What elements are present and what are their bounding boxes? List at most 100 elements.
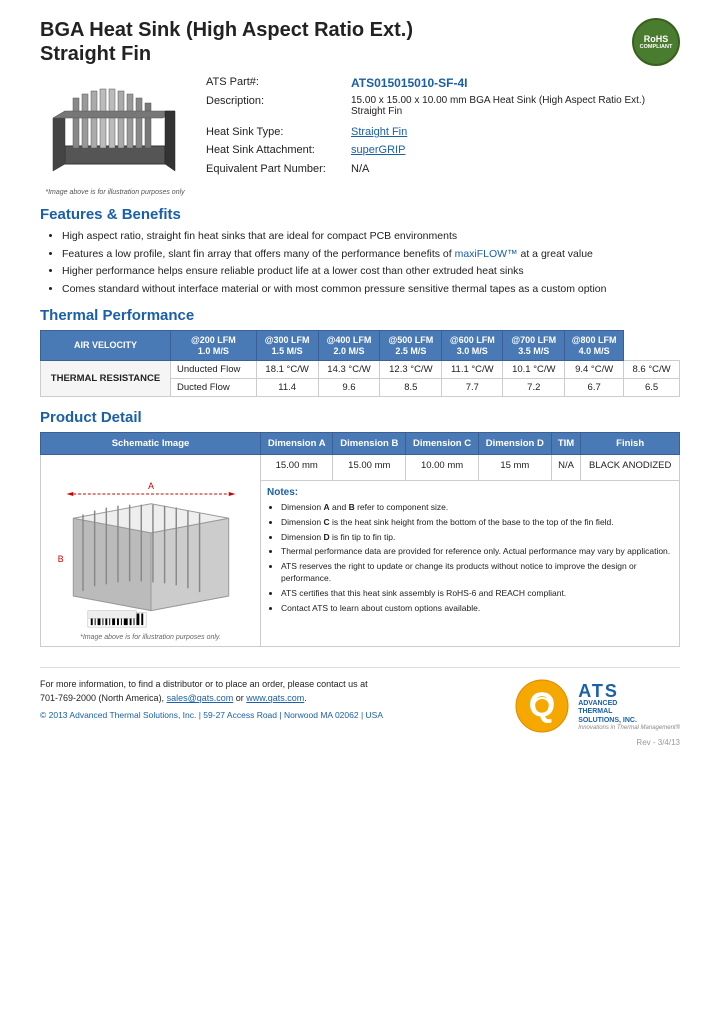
type-value: Straight Fin [351,125,407,140]
contact-text: For more information, to find a distribu… [40,678,383,705]
dimc-header: Dimension C [406,433,479,455]
dimd-header: Dimension D [478,433,551,455]
footer-logo: Q ATS ADVANCEDTHERMALSOLUTIONS, INC. Inn… [514,678,680,734]
note-item: Thermal performance data are provided fo… [281,546,673,558]
finish-value: BLACK ANODIZED [581,455,680,480]
detail-dims-row: A B [41,455,680,480]
svg-text:B: B [57,554,63,564]
product-image [45,76,185,186]
unducted-200: 18.1 °C/W [256,361,318,379]
equiv-label: Equivalent Part Number: [206,162,351,177]
page-number: Rev - 3/4/13 [40,738,680,747]
unducted-600: 10.1 °C/W [503,361,565,379]
page-container: BGA Heat Sink (High Aspect Ratio Ext.) S… [0,0,720,1012]
product-detail-table: Schematic Image Dimension A Dimension B … [40,432,680,647]
description-label: Description: [206,95,351,117]
equiv-value: N/A [351,162,369,177]
footer-contact: For more information, to find a distribu… [40,678,383,722]
schematic-cell: A B [41,455,261,647]
schematic-svg: A B [56,460,246,630]
part-number-value: ATS015015010-SF-4I [351,76,468,90]
page-header: BGA Heat Sink (High Aspect Ratio Ext.) S… [40,18,680,66]
ats-full-name: ADVANCEDTHERMALSOLUTIONS, INC. [578,700,680,725]
col-300lfm: @300 LFM1.5 M/S [256,330,318,361]
tim-value: N/A [551,455,581,480]
product-detail-section: Product Detail Schematic Image Dimension… [40,409,680,647]
or-text: or [233,693,246,703]
footer-copyright: © 2013 Advanced Thermal Solutions, Inc. … [40,709,383,722]
schematic-container: A B [41,455,260,646]
svg-text:A: A [148,481,154,491]
feature-item: High aspect ratio, straight fin heat sin… [62,229,680,244]
attachment-label: Heat Sink Attachment: [206,143,351,158]
ducted-200: 11.4 [256,379,318,397]
part-label: ATS Part#: [206,76,351,90]
col-600lfm: @600 LFM3.0 M/S [442,330,503,361]
features-list: High aspect ratio, straight fin heat sin… [40,229,680,297]
unducted-800: 8.6 °C/W [624,361,680,379]
ats-text-block: ATS ADVANCEDTHERMALSOLUTIONS, INC. Innov… [578,682,680,731]
email-link[interactable]: sales@qats.com [167,693,234,703]
schematic-header: Schematic Image [41,433,261,455]
unducted-300: 14.3 °C/W [318,361,380,379]
dima-value: 15.00 mm [261,455,333,480]
unducted-700: 9.4 °C/W [565,361,624,379]
ducted-500: 7.7 [442,379,503,397]
product-details-table: ATS Part#: ATS015015010-SF-4I Descriptio… [206,76,680,196]
dimb-value: 15.00 mm [333,455,406,480]
title-line1: BGA Heat Sink (High Aspect Ratio Ext.) [40,19,413,41]
schematic-caption: *Image above is for illustration purpose… [80,634,221,641]
note-item: ATS certifies that this heat sink assemb… [281,588,673,600]
col-700lfm: @700 LFM3.5 M/S [503,330,565,361]
features-header: Features & Benefits [40,206,680,223]
ducted-400: 8.5 [380,379,442,397]
finish-header: Finish [581,433,680,455]
unducted-label: Unducted Flow [171,361,257,379]
feature-item: Features a low profile, slant fin array … [62,247,680,262]
svg-text:Q: Q [529,686,555,724]
description-row: Description: 15.00 x 15.00 x 10.00 mm BG… [206,95,680,117]
thermal-resistance-label: THERMAL RESISTANCE [41,361,171,397]
col-400lfm: @400 LFM2.0 M/S [318,330,380,361]
type-label: Heat Sink Type: [206,125,351,140]
thermal-header-row: AIR VELOCITY @200 LFM1.0 M/S @300 LFM1.5… [41,330,680,361]
thermal-table: AIR VELOCITY @200 LFM1.0 M/S @300 LFM1.5… [40,330,680,398]
notes-list: Dimension A and B refer to component siz… [267,502,673,615]
ducted-300: 9.6 [318,379,380,397]
type-row: Heat Sink Type: Straight Fin [206,125,680,140]
note-item: Dimension A and B refer to component siz… [281,502,673,514]
note-item: Contact ATS to learn about custom option… [281,603,673,615]
feature-item: Comes standard without interface materia… [62,282,680,297]
ats-name: ATS [578,682,680,700]
part-number-row: ATS Part#: ATS015015010-SF-4I [206,76,680,90]
note-item: Dimension C is the heat sink height from… [281,517,673,529]
col-500lfm: @500 LFM2.5 M/S [380,330,442,361]
air-velocity-header: AIR VELOCITY [41,330,171,361]
ducted-label: Ducted Flow [171,379,257,397]
ducted-600: 7.2 [503,379,565,397]
product-title: BGA Heat Sink (High Aspect Ratio Ext.) S… [40,18,413,66]
description-value: 15.00 x 15.00 x 10.00 mm BGA Heat Sink (… [351,95,680,117]
product-image-box: *Image above is for illustration purpose… [40,76,190,196]
unducted-400: 12.3 °C/W [380,361,442,379]
compliant-text: COMPLIANT [640,44,673,50]
thermal-header: Thermal Performance [40,307,680,324]
note-item: ATS reserves the right to update or chan… [281,561,673,585]
feature-item: Higher performance helps ensure reliable… [62,264,680,279]
dimb-header: Dimension B [333,433,406,455]
ducted-700: 6.7 [565,379,624,397]
page-footer: For more information, to find a distribu… [40,667,680,734]
dima-header: Dimension A [261,433,333,455]
attachment-row: Heat Sink Attachment: superGRIP [206,143,680,158]
dimc-value: 10.00 mm [406,455,479,480]
maxiflow-link[interactable]: maxiFLOW™ [455,248,518,260]
col-800lfm: @800 LFM4.0 M/S [565,330,624,361]
product-detail-header: Product Detail [40,409,680,426]
website-link[interactable]: www.qats.com [246,693,304,703]
notes-header: Notes: [267,487,673,498]
ats-tagline: Innovations in Thermal Management® [578,725,680,731]
rohs-text: RoHS [644,34,669,44]
title-line2: Straight Fin [40,43,151,65]
features-section: Features & Benefits High aspect ratio, s… [40,206,680,297]
notes-cell: Notes: Dimension A and B refer to compon… [261,480,680,647]
